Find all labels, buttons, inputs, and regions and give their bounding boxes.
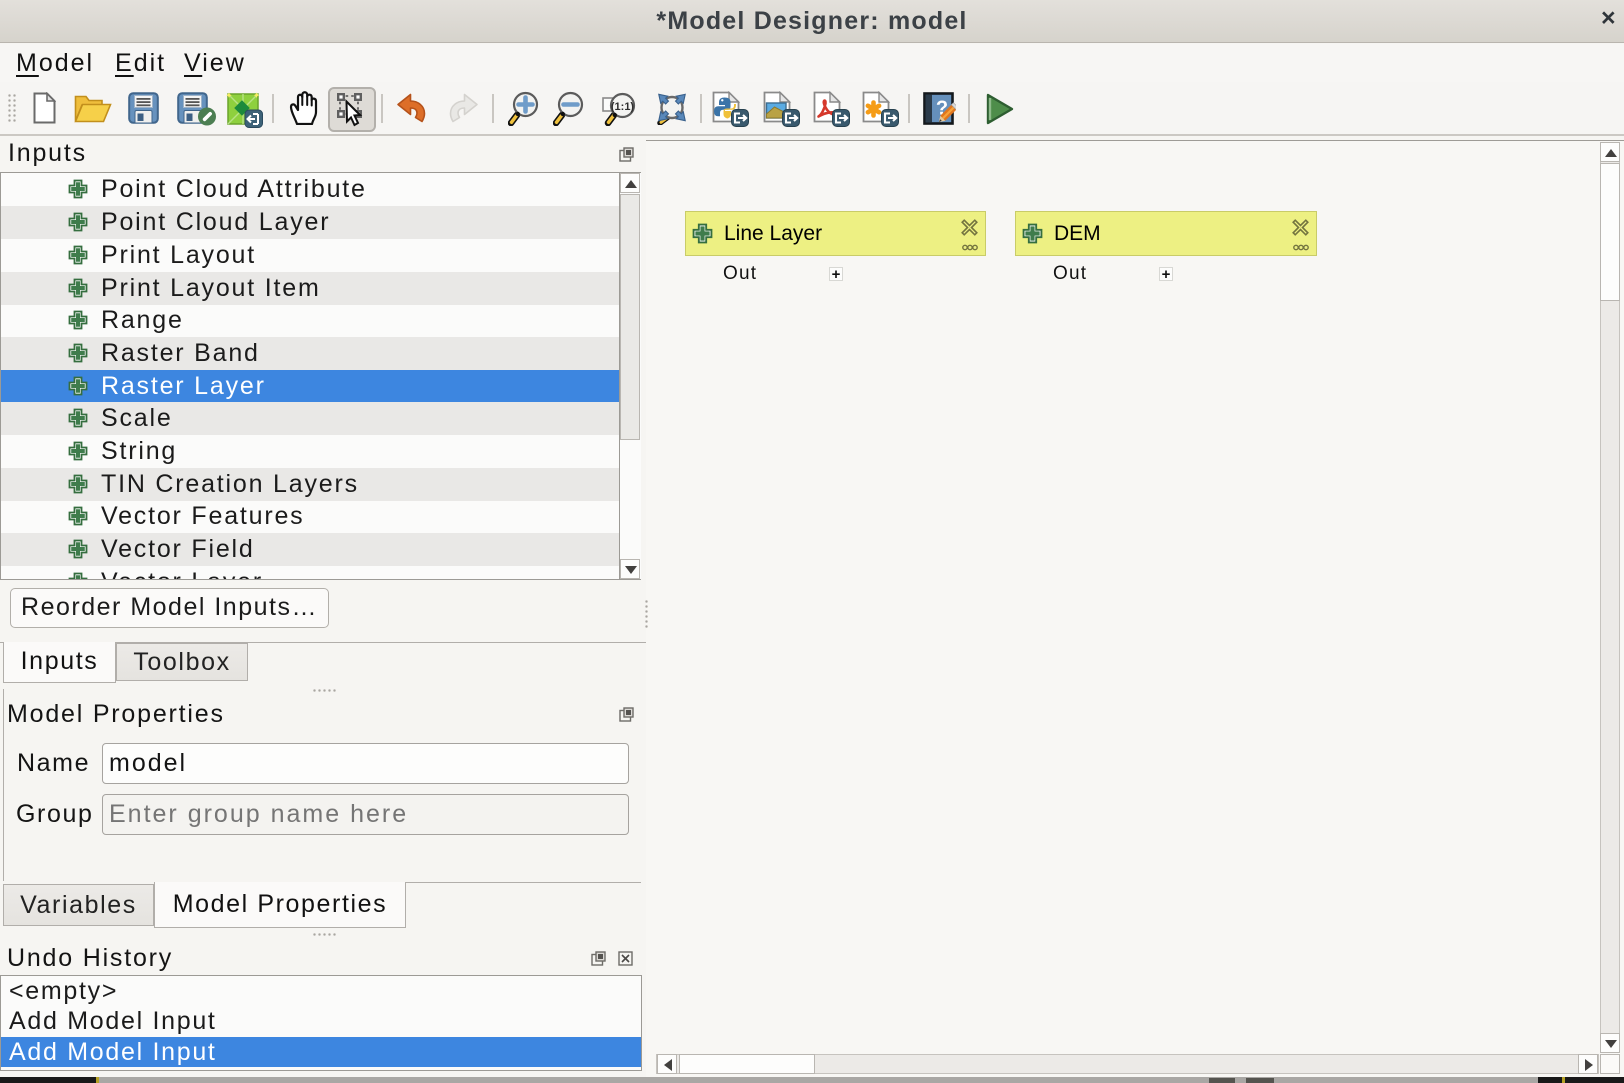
svg-text:(1:1): (1:1) [611,101,635,113]
